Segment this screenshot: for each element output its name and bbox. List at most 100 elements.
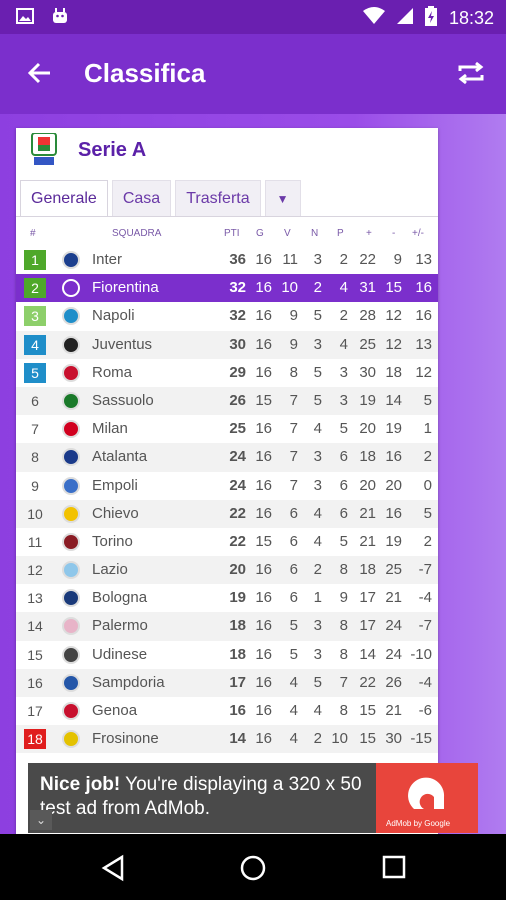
table-row[interactable]: 5 Roma 29 16 8 5 3 30 18 12 (16, 359, 438, 387)
row-points: 17 (229, 673, 246, 691)
row-lost: 8 (339, 702, 348, 719)
table-row[interactable]: 17 Genoa 16 16 4 4 8 15 21 -6 (16, 697, 438, 725)
row-won: 9 (289, 307, 298, 325)
team-crest-icon (62, 532, 80, 551)
team-crest-icon (62, 561, 80, 580)
row-goal-diff: 13 (415, 335, 432, 353)
row-points: 20 (229, 561, 246, 579)
table-row[interactable]: 2 Fiorentina 32 16 10 2 4 31 15 16 (16, 274, 438, 303)
row-lost: 8 (339, 561, 348, 579)
chevron-down-icon[interactable]: ⌄ (30, 810, 52, 830)
admob-logo[interactable]: AdMob by Google (376, 763, 478, 833)
row-goals-for: 19 (359, 391, 376, 409)
refresh-icon[interactable] (456, 60, 486, 91)
row-goal-diff: 2 (423, 448, 432, 466)
tabs-dropdown-icon[interactable]: ▼ (264, 180, 301, 216)
row-played: 16 (255, 307, 272, 325)
table-row[interactable]: 14 Palermo 18 16 5 3 8 17 24 -7 (16, 612, 438, 641)
row-goals-against: 14 (385, 391, 402, 409)
row-played: 16 (255, 420, 272, 438)
row-team: Inter (92, 251, 123, 268)
table-row[interactable]: 11 Torino 22 15 6 4 5 21 19 2 (16, 528, 438, 556)
row-lost: 8 (339, 645, 348, 663)
table-row[interactable]: 12 Lazio 20 16 6 2 8 18 25 -7 (16, 556, 438, 585)
ad-banner[interactable]: Nice job! You're displaying a 320 x 50 t… (28, 763, 478, 833)
row-drawn: 4 (313, 702, 322, 719)
battery-icon (424, 6, 437, 31)
nav-back-icon[interactable] (100, 854, 126, 887)
row-points: 24 (229, 448, 246, 466)
row-played: 16 (255, 279, 272, 297)
row-lost: 6 (339, 504, 348, 522)
ad-text: Nice job! You're displaying a 320 x 50 t… (40, 773, 370, 821)
tab-casa[interactable]: Casa (111, 180, 172, 216)
row-position: 18 (24, 729, 46, 750)
row-lost: 6 (339, 476, 348, 494)
team-crest-icon (62, 617, 80, 636)
table-row[interactable]: 7 Milan 25 16 7 4 5 20 19 1 (16, 415, 438, 443)
row-goals-against: 20 (385, 476, 402, 494)
row-played: 16 (255, 504, 272, 522)
row-position: 12 (27, 562, 43, 579)
team-crest-icon (62, 335, 80, 354)
row-team: Genoa (92, 702, 138, 719)
row-team: Palermo (92, 617, 148, 635)
arrow-back-icon[interactable] (26, 60, 52, 91)
row-drawn: 2 (313, 730, 322, 748)
table-row[interactable]: 13 Bologna 19 16 6 1 9 17 21 -4 (16, 584, 438, 612)
row-won: 6 (289, 504, 298, 522)
row-position: 6 (31, 392, 39, 409)
row-points: 32 (229, 307, 246, 325)
table-row[interactable]: 18 Frosinone 14 16 4 2 10 15 30 -15 (16, 725, 438, 754)
row-played: 16 (255, 448, 272, 466)
row-played: 16 (255, 476, 272, 494)
row-points: 22 (229, 532, 246, 550)
row-goals-against: 21 (385, 589, 402, 607)
table-row[interactable]: 16 Sampdoria 17 16 4 5 7 22 26 -4 (16, 668, 438, 697)
tab-generale[interactable]: Generale (20, 180, 108, 217)
row-played: 16 (255, 673, 272, 691)
table-row[interactable]: 15 Udinese 18 16 5 3 8 14 24 -10 (16, 641, 438, 669)
row-lost: 5 (339, 532, 348, 550)
row-goals-against: 21 (385, 702, 402, 719)
team-crest-icon (62, 251, 80, 269)
row-drawn: 3 (313, 476, 322, 494)
nav-home-icon[interactable] (239, 854, 267, 887)
row-played: 16 (255, 589, 272, 607)
row-goal-diff: 0 (423, 476, 432, 494)
table-row[interactable]: 8 Atalanta 24 16 7 3 6 18 16 2 (16, 443, 438, 472)
row-points: 36 (229, 251, 246, 268)
table-row[interactable]: 10 Chievo 22 16 6 4 6 21 16 5 (16, 499, 438, 528)
row-drawn: 1 (313, 589, 322, 607)
row-goals-against: 18 (385, 363, 402, 381)
team-crest-icon (62, 589, 80, 608)
row-goals-for: 18 (359, 448, 376, 466)
header-n: N (311, 228, 319, 239)
nav-recents-icon[interactable] (381, 854, 407, 887)
row-drawn: 5 (313, 673, 322, 691)
header-goal-diff: +/- (412, 228, 424, 239)
row-goals-for: 17 (359, 589, 376, 607)
row-lost: 6 (339, 448, 348, 466)
app-bar: Classifica (0, 34, 506, 114)
row-goals-against: 26 (385, 673, 402, 691)
row-goals-against: 12 (385, 335, 402, 353)
table-row[interactable]: 4 Juventus 30 16 9 3 4 25 12 13 (16, 330, 438, 359)
team-crest-icon (62, 307, 80, 326)
table-row[interactable]: 1 Inter 36 16 11 3 2 22 9 13 (16, 246, 438, 274)
tab-trasferta[interactable]: Trasferta (175, 180, 261, 216)
table-row[interactable]: 6 Sassuolo 26 15 7 5 3 19 14 5 (16, 386, 438, 416)
row-goal-diff: -7 (418, 561, 432, 579)
row-played: 16 (255, 561, 272, 579)
row-drawn: 5 (313, 363, 322, 381)
table-row[interactable]: 3 Napoli 32 16 9 5 2 28 12 16 (16, 302, 438, 330)
standings-table: 1 Inter 36 16 11 3 2 22 9 13 2 Fiorentina 32 16 10 2 4 31… (16, 246, 438, 754)
row-played: 16 (255, 335, 272, 353)
row-goal-diff: 1 (423, 420, 432, 438)
row-played: 15 (255, 391, 272, 409)
row-team: Lazio (92, 561, 128, 579)
table-row[interactable]: 9 Empoli 24 16 7 3 6 20 20 0 (16, 472, 438, 500)
row-won: 5 (289, 617, 298, 635)
row-team: Sampdoria (92, 673, 165, 691)
row-goals-for: 25 (359, 335, 376, 353)
